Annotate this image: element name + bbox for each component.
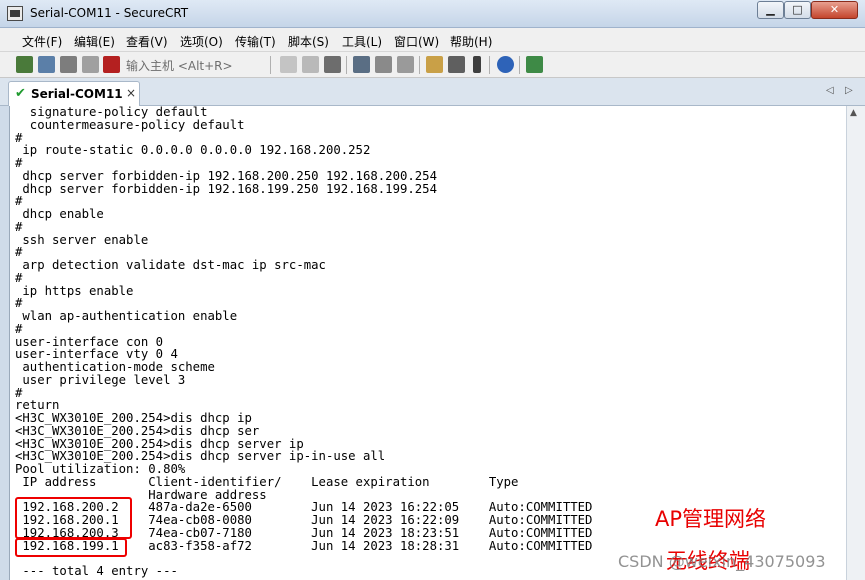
- terminal-line: authentication-mode scheme: [15, 360, 215, 374]
- menu-help[interactable]: 帮助(H): [450, 33, 492, 50]
- terminal-line: countermeasure-policy default: [15, 117, 245, 132]
- toolbar-separator: [419, 56, 420, 74]
- tab-close-icon[interactable]: ×: [126, 86, 136, 100]
- global-options-icon[interactable]: [448, 56, 465, 73]
- tab-serial-com11[interactable]: ✔ Serial-COM11 ×: [8, 81, 140, 106]
- menu-bar: 文件(F) 编辑(E) 查看(V) 选项(O) 传输(T) 脚本(S) 工具(L…: [0, 28, 865, 52]
- toolbar-separator: [519, 56, 520, 74]
- copy-icon[interactable]: [280, 56, 297, 73]
- tab-scroll-right-icon[interactable]: ▷: [845, 85, 853, 96]
- key-icon[interactable]: [473, 56, 481, 73]
- print-setup-icon[interactable]: [353, 56, 370, 73]
- terminal-line: signature-policy default: [15, 106, 208, 119]
- paste-icon[interactable]: [302, 56, 319, 73]
- scroll-up-icon[interactable]: ▲: [850, 108, 857, 118]
- terminal-line: dhcp server forbidden-ip 192.168.200.250…: [15, 168, 437, 183]
- terminal-line: dhcp enable: [15, 207, 104, 221]
- disconnect-icon[interactable]: [103, 56, 120, 73]
- terminal-line: #: [15, 219, 23, 234]
- terminal-line: ssh server enable: [15, 232, 149, 247]
- help-icon[interactable]: [497, 56, 514, 73]
- terminal-line: <H3C_WX3010E_200.254>dis dhcp ser: [15, 423, 260, 438]
- connect-icon[interactable]: [16, 56, 33, 73]
- sftp-icon[interactable]: [526, 56, 543, 73]
- maximize-button[interactable]: □: [784, 1, 811, 19]
- session-options-icon[interactable]: [426, 56, 443, 73]
- toolbar-separator: [270, 56, 271, 74]
- print-icon[interactable]: [397, 56, 414, 73]
- menu-edit[interactable]: 编辑(E): [74, 33, 115, 50]
- terminal-line: wlan ap-authentication enable: [15, 309, 238, 323]
- find-icon[interactable]: [324, 56, 341, 73]
- terminal-line: user privilege level 3: [15, 372, 186, 387]
- tab-scroll-left-icon[interactable]: ◁: [826, 85, 834, 96]
- terminal-line: ip https enable: [15, 283, 134, 298]
- session-tab-bar: ✔ Serial-COM11 × ◁ ▷: [0, 78, 865, 106]
- terminal-line: <H3C_WX3010E_200.254>dis dhcp ip: [15, 411, 252, 425]
- host-input[interactable]: 输入主机 <Alt+R>: [126, 57, 233, 74]
- close-button[interactable]: ✕: [811, 1, 858, 19]
- terminal-line: arp detection validate dst-mac ip src-ma…: [15, 258, 326, 272]
- terminal-line: #: [15, 321, 23, 336]
- wireless-ip-highlight-box: [15, 538, 127, 557]
- menu-tools[interactable]: 工具(L): [342, 33, 382, 50]
- menu-view[interactable]: 查看(V): [126, 33, 168, 50]
- menu-script[interactable]: 脚本(S): [288, 33, 329, 50]
- ap-ip-highlight-box: [15, 497, 132, 539]
- terminal-line: --- total 4 entry ---: [15, 564, 178, 578]
- title-bar: Serial-COM11 - SecureCRT ▁ □ ✕: [0, 0, 865, 28]
- toolbar: 输入主机 <Alt+R>: [0, 52, 865, 78]
- tab-label: Serial-COM11: [31, 87, 123, 101]
- quick-connect-icon[interactable]: [38, 56, 55, 73]
- terminal-line: ip route-static 0.0.0.0 0.0.0.0 192.168.…: [15, 143, 371, 158]
- connect-tab-icon[interactable]: [60, 56, 77, 73]
- connected-check-icon: ✔: [15, 86, 26, 101]
- toolbar-separator: [346, 56, 347, 74]
- terminal-line: #: [15, 156, 23, 170]
- terminal-line: IP address Client-identifier/ Lease expi…: [15, 474, 519, 489]
- terminal-line: #: [15, 270, 23, 285]
- menu-file[interactable]: 文件(F): [22, 33, 62, 50]
- menu-options[interactable]: 选项(O): [180, 33, 223, 50]
- menu-window[interactable]: 窗口(W): [394, 33, 439, 50]
- toolbar-separator: [489, 56, 490, 74]
- window-title: Serial-COM11 - SecureCRT: [30, 6, 189, 20]
- minimize-button[interactable]: ▁: [757, 1, 784, 19]
- csdn-watermark: CSDN @weixin_43075093: [618, 552, 826, 571]
- terminal-line: Pool utilization: 0.80%: [15, 462, 186, 476]
- terminal-scrollbar[interactable]: ▲: [846, 106, 865, 580]
- reconnect-icon[interactable]: [82, 56, 99, 73]
- securecrt-app-icon[interactable]: [7, 6, 23, 21]
- ap-management-network-label: AP管理网络: [655, 507, 767, 531]
- terminal-line: #: [15, 385, 23, 400]
- menu-transfer[interactable]: 传输(T): [235, 33, 276, 50]
- print-selection-icon[interactable]: [375, 56, 392, 73]
- terminal-line: dhcp server forbidden-ip 192.168.199.250…: [15, 181, 437, 196]
